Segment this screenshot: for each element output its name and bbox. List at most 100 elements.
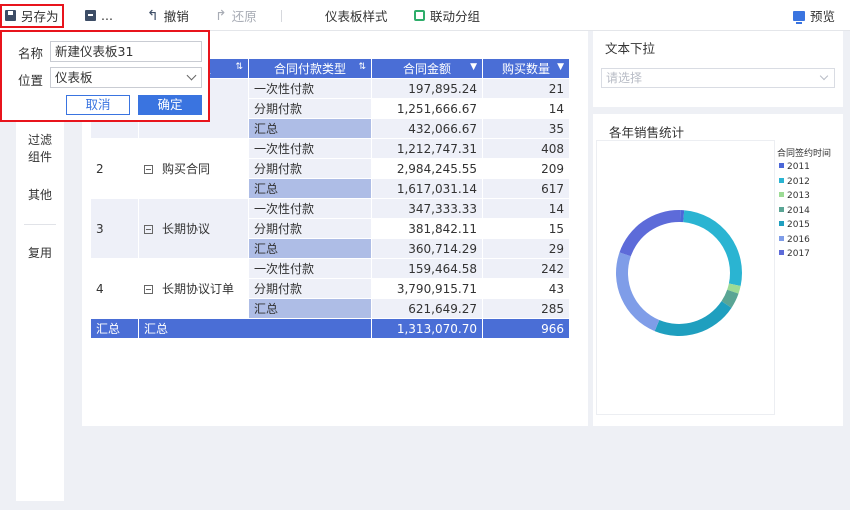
row-index: 4 <box>90 258 139 319</box>
link-icon <box>414 10 425 21</box>
undo-icon: ↰ <box>147 7 159 24</box>
donut-chart[interactable] <box>611 205 747 341</box>
group-label: 长期协议订单 <box>162 282 235 296</box>
legend-swatch <box>779 177 784 183</box>
legend-swatch <box>779 192 784 197</box>
archive-icon <box>85 10 96 21</box>
subtotal-label-cell: 汇总 <box>248 298 372 319</box>
donut-slice-2017[interactable] <box>619 210 681 257</box>
subtotal-label-cell: 汇总 <box>248 238 372 259</box>
payment-type-cell: 分期付款 <box>248 98 372 119</box>
toolbar: 另存为 ... ↰ 撤销 ↱ 还原 仪表板样式 联动分组 预览 <box>0 0 850 31</box>
amount-cell: 621,649.27 <box>371 298 483 319</box>
header-amount-label: 合同金额 <box>402 62 451 76</box>
nav-item-filter-label: 过滤 组件 <box>27 133 52 164</box>
header-quantity-label: 购买数量 <box>501 62 550 76</box>
dashboard-style-button[interactable]: 仪表板样式 <box>309 0 388 31</box>
payment-type-cell: 一次性付款 <box>248 258 372 279</box>
legend-swatch <box>779 235 784 241</box>
nav-item-other[interactable]: 其他 <box>16 187 64 204</box>
legend-item[interactable]: 2015 <box>779 219 810 231</box>
legend-item[interactable]: 2014 <box>779 205 810 217</box>
name-label: 名称 <box>18 46 44 61</box>
quantity-cell: 242 <box>482 258 570 279</box>
amount-cell: 3,790,915.71 <box>371 278 483 299</box>
amount-cell: 432,066.67 <box>371 118 483 139</box>
total-quantity-cell: 966 <box>482 318 570 339</box>
more-button[interactable]: ... <box>85 0 113 31</box>
group-cell: 长期协议 <box>138 198 249 259</box>
sort-icon[interactable]: ⇅ <box>358 62 366 72</box>
table-row: 2 购买合同 一次性付款 1,212,747.31 408 <box>90 138 570 199</box>
confirm-button[interactable]: 确定 <box>138 95 202 115</box>
payment-type-cell: 分期付款 <box>248 158 372 179</box>
subtotal-label-cell: 汇总 <box>248 118 372 139</box>
quantity-cell: 617 <box>482 178 570 199</box>
redo-button[interactable]: ↱ 还原 <box>215 0 257 31</box>
legend-label: 2013 <box>787 191 810 201</box>
monitor-icon <box>793 10 805 24</box>
redo-icon: ↱ <box>215 7 227 24</box>
payment-type-cell: 分期付款 <box>248 278 372 299</box>
dropdown-arrow-icon[interactable]: ▼ <box>470 62 477 72</box>
undo-label: 撤销 <box>163 9 189 24</box>
linkage-group-button[interactable]: 联动分组 <box>414 0 480 31</box>
legend-item[interactable]: 2013 <box>779 190 810 202</box>
legend-label: 2015 <box>787 220 810 230</box>
location-value: 仪表板 <box>55 70 93 85</box>
amount-cell: 1,251,666.67 <box>371 98 483 119</box>
quantity-cell: 14 <box>482 198 570 219</box>
group-cell: 购买合同 <box>138 138 249 199</box>
nav-item-reuse[interactable]: 复用 <box>16 245 64 262</box>
text-dropdown-select[interactable]: 请选择 <box>601 68 835 88</box>
save-as-button[interactable]: 另存为 <box>5 0 59 31</box>
payment-type-cell: 一次性付款 <box>248 138 372 159</box>
save-as-dialog: 名称 新建仪表板31 位置 仪表板 取消 确定 <box>0 30 210 122</box>
sort-icon[interactable]: ⇅ <box>235 62 243 72</box>
quantity-cell: 35 <box>482 118 570 139</box>
legend-item[interactable]: 2011 <box>779 161 810 173</box>
collapse-icon[interactable] <box>144 165 153 174</box>
location-select[interactable]: 仪表板 <box>50 67 202 88</box>
donut-slice-2015[interactable] <box>654 301 732 336</box>
legend-label: 2016 <box>787 234 810 245</box>
legend-label: 2014 <box>787 205 810 216</box>
quantity-cell: 14 <box>482 98 570 119</box>
amount-cell: 381,842.11 <box>371 218 483 239</box>
nav-divider <box>24 224 56 225</box>
group-label: 购买合同 <box>162 162 211 176</box>
legend-item[interactable]: 2016 <box>779 234 810 246</box>
header-payment-type-label: 合同付款类型 <box>273 62 346 76</box>
legend-swatch <box>779 206 784 212</box>
quantity-cell: 285 <box>482 298 570 319</box>
amount-cell: 1,617,031.14 <box>371 178 483 199</box>
preview-label: 预览 <box>810 9 836 24</box>
donut-slice-2016[interactable] <box>616 252 660 332</box>
quantity-cell: 43 <box>482 278 570 299</box>
donut-slice-2012[interactable] <box>683 210 742 287</box>
amount-cell: 197,895.24 <box>371 78 483 99</box>
toolbar-divider <box>281 10 282 22</box>
cancel-button[interactable]: 取消 <box>66 95 130 115</box>
header-payment-type[interactable]: 合同付款类型 ⇅ <box>248 58 372 79</box>
preview-button[interactable]: 预览 <box>793 0 835 31</box>
header-amount[interactable]: 合同金额 ▼ <box>371 58 483 79</box>
collapse-icon[interactable] <box>144 225 153 234</box>
legend-label: 2012 <box>787 176 810 187</box>
dashboard-name-input[interactable]: 新建仪表板31 <box>50 41 202 62</box>
more-label: ... <box>101 8 113 23</box>
dashboard-style-label: 仪表板样式 <box>325 9 388 24</box>
quantity-cell: 209 <box>482 158 570 179</box>
nav-item-filter[interactable]: 过滤 组件 <box>16 132 64 166</box>
header-quantity[interactable]: 购买数量 ▼ <box>482 58 570 79</box>
quantity-cell: 15 <box>482 218 570 239</box>
collapse-icon[interactable] <box>144 285 153 294</box>
dropdown-arrow-icon[interactable]: ▼ <box>557 62 564 72</box>
legend-item[interactable]: 2017 <box>779 248 810 260</box>
undo-button[interactable]: ↰ 撤销 <box>147 0 189 31</box>
save-as-label: 另存为 <box>21 9 59 24</box>
table-row: 4 长期协议订单 一次性付款 159,464.58 242 <box>90 258 570 319</box>
legend-label: 2017 <box>787 249 810 259</box>
legend-item[interactable]: 2012 <box>779 176 810 188</box>
group-cell: 长期协议订单 <box>138 258 249 319</box>
